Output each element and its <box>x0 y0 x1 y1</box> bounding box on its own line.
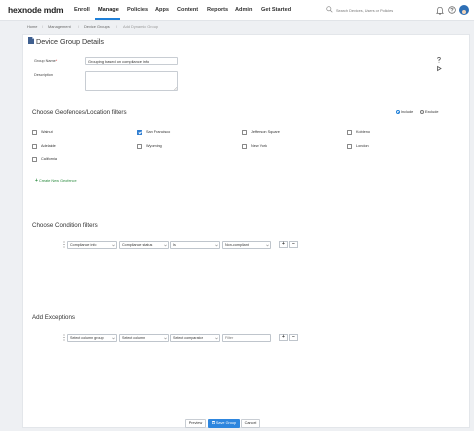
exclude-radio[interactable] <box>420 110 424 114</box>
exception-column-value: Select column <box>122 336 146 340</box>
group-name-label-text: Group Name <box>34 59 56 63</box>
create-new-geofence-label: Create New Geofence <box>38 179 77 183</box>
nav-item-apps[interactable]: Apps <box>155 7 169 13</box>
exceptions-section-title: Add Exceptions <box>32 314 75 321</box>
breadcrumb-current: Add Dynamic Group <box>123 24 159 29</box>
create-new-geofence-link[interactable]: + Create New Geofence <box>35 178 77 184</box>
add-condition-button[interactable]: + <box>279 241 288 248</box>
save-group-label: Save Group <box>215 421 237 425</box>
top-navigation-bar: hexnode mdm Enroll Manage Policies Apps … <box>0 0 474 21</box>
chevron-down-icon <box>163 337 167 340</box>
group-name-input[interactable] <box>85 57 178 65</box>
geofence-label: San Francisco <box>146 130 171 134</box>
chevron-down-icon <box>111 244 115 247</box>
geofence-label: California <box>41 157 58 161</box>
description-textarea[interactable] <box>85 71 178 91</box>
save-group-button[interactable]: Save Group <box>208 419 240 428</box>
remove-exception-button[interactable]: − <box>289 334 298 341</box>
group-name-label: Group Name* <box>34 59 57 63</box>
condition-column-select[interactable]: Compliance status <box>119 241 169 249</box>
user-avatar-icon <box>462 10 466 14</box>
condition-column-value: Compliance status <box>122 243 153 247</box>
geofences-section-title: Choose Geofences/Location filters <box>32 109 127 116</box>
conditions-section-title: Choose Condition filters <box>32 222 98 229</box>
exception-comparator-select[interactable]: Select comparator <box>170 334 220 342</box>
exclude-label: Exclude <box>425 110 439 114</box>
geofence-checkbox-new-york[interactable] <box>242 144 247 149</box>
geofence-label: Kobleno <box>356 130 370 134</box>
preview-button[interactable]: Preview <box>185 419 206 428</box>
breadcrumb-separator: / <box>116 24 118 29</box>
chevron-down-icon <box>265 244 269 247</box>
geofence-checkbox-adelaide[interactable] <box>32 144 37 149</box>
nav-item-policies[interactable]: Policies <box>127 7 148 13</box>
description-label: Description <box>34 73 53 77</box>
geofence-label: New York <box>251 144 268 148</box>
nav-item-admin[interactable]: Admin <box>235 7 252 13</box>
exception-column-select[interactable]: Select column <box>119 334 169 342</box>
breadcrumb-separator: / <box>78 24 80 29</box>
condition-column-group-select[interactable]: Compliance info <box>67 241 117 249</box>
nav-item-enroll[interactable]: Enroll <box>74 7 90 13</box>
chevron-down-icon <box>214 337 218 340</box>
user-avatar[interactable] <box>459 5 469 15</box>
page-title: Device Group Details <box>36 37 104 46</box>
hexnode-logo[interactable]: hexnode mdm <box>8 5 64 15</box>
save-icon <box>211 421 215 425</box>
question-icon[interactable] <box>437 57 441 63</box>
notification-bell-icon[interactable] <box>436 6 444 15</box>
chevron-down-icon <box>163 244 167 247</box>
drag-handle-icon[interactable] <box>63 241 65 248</box>
nav-item-get-started[interactable]: Get Started <box>261 7 291 13</box>
nav-item-content[interactable]: Content <box>177 7 198 13</box>
breadcrumb-home[interactable]: Home <box>27 24 37 29</box>
geofence-label: Jefferson Square <box>251 130 280 134</box>
breadcrumb-management[interactable]: Management <box>48 24 71 29</box>
exception-comparator-value: Select comparator <box>173 336 203 340</box>
exception-column-group-select[interactable]: Select column group <box>67 334 117 342</box>
exception-filter-input[interactable] <box>222 334 271 342</box>
help-icon[interactable] <box>448 6 456 14</box>
drag-handle-icon[interactable] <box>63 334 65 341</box>
main-card <box>22 34 470 428</box>
breadcrumb-device-groups[interactable]: Device Groups <box>84 24 110 29</box>
chevron-down-icon <box>214 244 218 247</box>
geofence-checkbox-jefferson-square[interactable] <box>242 130 247 135</box>
geofence-checkbox-san-francisco[interactable] <box>137 130 142 135</box>
nav-item-reports[interactable]: Reports <box>207 7 228 13</box>
condition-column-group-value: Compliance info <box>70 243 97 247</box>
cancel-button[interactable]: Cancel <box>241 419 260 428</box>
geofence-checkbox-walnut[interactable] <box>32 130 37 135</box>
geofence-checkbox-kobleno[interactable] <box>347 130 352 135</box>
geofence-label: Wyoming <box>146 144 162 148</box>
remove-condition-button[interactable]: − <box>289 241 298 248</box>
nav-item-manage[interactable]: Manage <box>98 7 119 13</box>
help-side-icons <box>437 57 442 72</box>
geofence-label: Walnut <box>41 130 53 134</box>
active-nav-indicator <box>95 18 120 20</box>
geofence-checkbox-california[interactable] <box>32 157 37 162</box>
chevron-down-icon <box>111 337 115 340</box>
breadcrumb-separator: / <box>42 24 44 29</box>
condition-comparator-select[interactable]: Is <box>170 241 220 249</box>
add-exception-button[interactable]: + <box>279 334 288 341</box>
condition-comparator-value: Is <box>173 243 176 247</box>
play-tutorial-icon[interactable] <box>437 65 442 72</box>
include-radio[interactable] <box>396 110 400 114</box>
condition-value-select[interactable]: Non-compliant <box>222 241 271 249</box>
geofence-label: Adelaide <box>41 144 56 148</box>
global-search <box>326 6 418 16</box>
document-icon <box>28 37 34 44</box>
geofence-label: London <box>356 144 369 148</box>
geofence-checkbox-wyoming[interactable] <box>137 144 142 149</box>
exception-column-group-value: Select column group <box>70 336 104 340</box>
include-label: Include <box>401 110 414 114</box>
search-icon <box>326 6 333 13</box>
plus-icon: + <box>35 178 38 184</box>
required-mark: * <box>55 59 58 63</box>
geofence-checkbox-london[interactable] <box>347 144 352 149</box>
condition-value-value: Non-compliant <box>225 243 249 247</box>
resize-handle-icon[interactable] <box>174 87 177 90</box>
search-input[interactable] <box>336 6 416 15</box>
